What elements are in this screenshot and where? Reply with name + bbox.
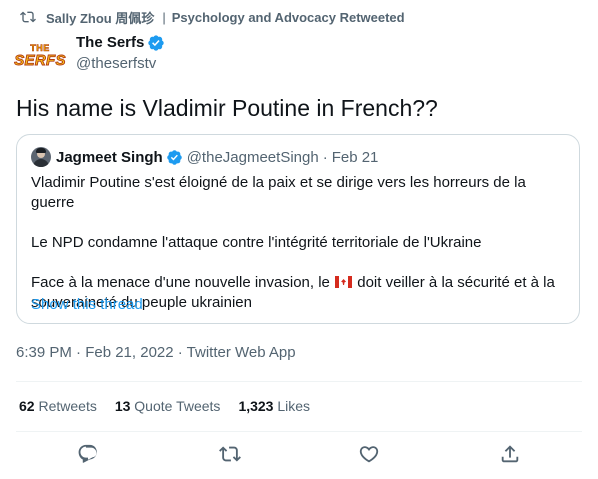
like-button[interactable]	[358, 443, 380, 465]
quoted-paragraph-1: Vladimir Poutine s'est éloigné de la pai…	[31, 174, 526, 211]
quoted-author-name: Jagmeet Singh	[56, 148, 163, 166]
reply-button[interactable]	[77, 443, 99, 465]
quoted-tweet[interactable]: Jagmeet Singh @theJagmeetSingh · Feb 21 …	[16, 134, 580, 324]
quotes-label: Quote Tweets	[134, 398, 221, 414]
meta-dot: ·	[322, 148, 328, 166]
quoted-author-handle: @theJagmeetSingh	[186, 148, 319, 166]
context-separator: |	[162, 9, 166, 25]
verified-badge-icon	[166, 149, 182, 165]
tweet-text: His name is Vladimir Poutine in French??	[16, 95, 438, 121]
retweet-icon	[20, 11, 36, 23]
quoted-date: Feb 21	[331, 148, 379, 166]
quotes-count: 13	[114, 398, 131, 414]
like-icon	[359, 446, 379, 463]
retweet-button[interactable]	[219, 443, 241, 465]
logo-text-serfs: SERFS	[14, 52, 66, 69]
author-handle[interactable]: @theserfstv	[76, 55, 165, 72]
likes-stat[interactable]: 1,323 Likes	[238, 398, 310, 414]
show-thread-link[interactable]: Show this thread	[31, 296, 143, 313]
quoted-tweet-header: Jagmeet Singh @theJagmeetSingh · Feb 21	[31, 147, 378, 167]
retweets-count: 62	[19, 398, 35, 414]
social-context: Sally Zhou 周佩珍 | Psychology and Advocacy…	[20, 8, 405, 26]
retweets-stat[interactable]: 62 Retweets	[19, 398, 97, 414]
author-name[interactable]: The Serfs	[76, 34, 144, 51]
retweeter-name[interactable]: Sally Zhou 周佩珍	[46, 8, 154, 27]
avatar[interactable]: THE SERFS	[14, 32, 66, 80]
divider	[16, 431, 582, 432]
tweet-author: THE SERFS The Serfs @theserfstv	[14, 32, 165, 80]
quoted-paragraph-3-start: Face à la menace d'une nouvelle invasion…	[31, 274, 330, 291]
engagement-stats: 62 Retweets 13 Quote Tweets 1,323 Likes	[19, 398, 310, 414]
tweet-timestamp[interactable]: 6:39 PM · Feb 21, 2022 · Twitter Web App	[16, 344, 296, 361]
quoted-avatar	[31, 147, 51, 167]
author-name-row[interactable]: The Serfs	[76, 33, 165, 52]
retweets-label: Retweets	[38, 398, 97, 414]
quote-tweets-stat[interactable]: 13 Quote Tweets	[115, 398, 221, 414]
quoted-tweet-body: Vladimir Poutine s'est éloigné de la pai…	[31, 173, 571, 313]
retweet-context[interactable]: Psychology and Advocacy Retweeted	[172, 10, 405, 25]
canada-flag-icon	[335, 276, 353, 288]
quoted-paragraph-2: Le NPD condamne l'attaque contre l'intég…	[31, 234, 482, 251]
share-icon	[501, 445, 519, 463]
tweet-actions	[0, 443, 598, 469]
reply-icon	[78, 444, 97, 463]
likes-label: Likes	[277, 398, 311, 414]
likes-count: 1,323	[238, 398, 274, 414]
share-button[interactable]	[499, 443, 521, 465]
verified-badge-icon	[148, 34, 165, 51]
divider	[16, 381, 582, 382]
retweet-icon	[219, 446, 241, 462]
